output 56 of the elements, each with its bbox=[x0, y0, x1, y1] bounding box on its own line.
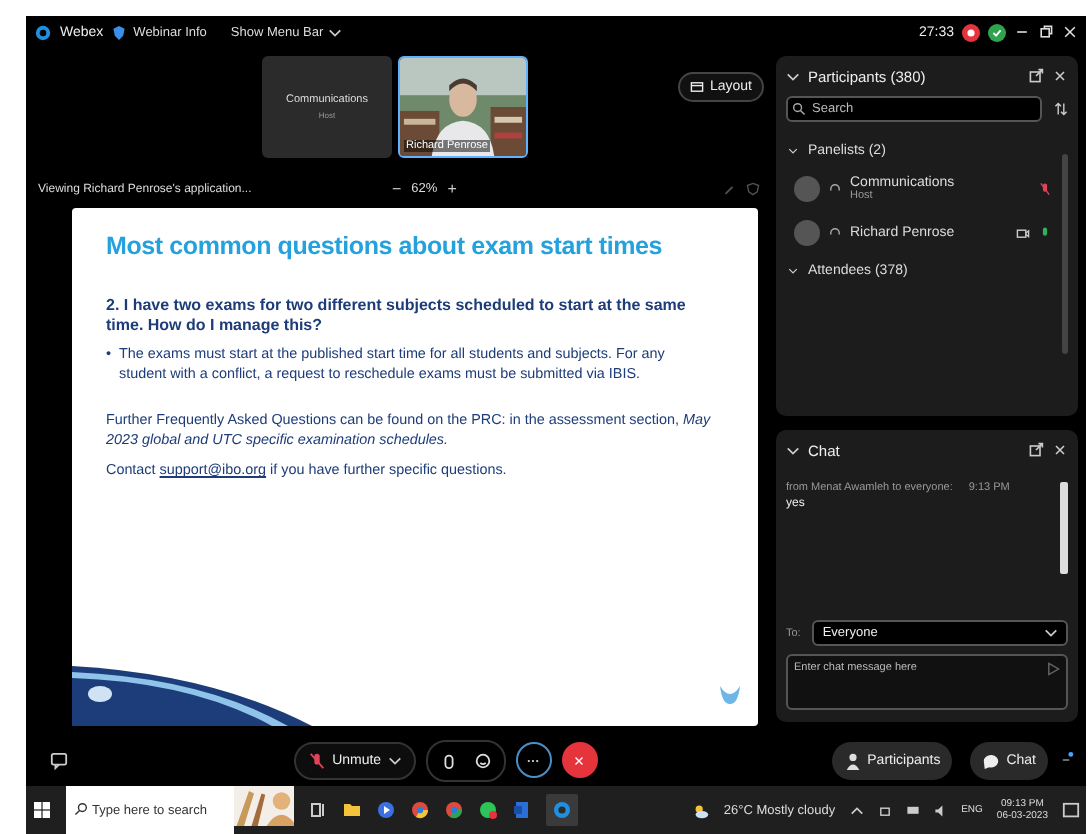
chat-bubble-icon[interactable] bbox=[50, 751, 68, 769]
muted-microphone-icon[interactable] bbox=[1038, 181, 1052, 195]
sort-icon[interactable] bbox=[1054, 102, 1068, 116]
browser-icon[interactable] bbox=[444, 800, 464, 820]
scrollbar[interactable] bbox=[1060, 482, 1068, 574]
webex-logo-icon bbox=[34, 23, 52, 41]
avatar bbox=[794, 175, 820, 201]
windows-start-icon[interactable] bbox=[32, 800, 52, 820]
chevron-down-icon[interactable] bbox=[786, 71, 800, 81]
avatar bbox=[794, 219, 820, 245]
speaker-icon bbox=[933, 803, 948, 817]
chevron-down-icon bbox=[387, 755, 402, 765]
shield-icon bbox=[111, 25, 126, 39]
record-icon bbox=[962, 23, 980, 41]
browser-icon[interactable] bbox=[410, 800, 430, 820]
search-icon bbox=[74, 802, 88, 816]
headset-icon bbox=[828, 181, 842, 195]
shield-icon[interactable] bbox=[746, 182, 760, 196]
pop-out-icon[interactable] bbox=[1028, 68, 1044, 84]
logo-icon bbox=[718, 682, 742, 706]
zoom-in-button[interactable]: + bbox=[447, 180, 457, 198]
send-icon[interactable] bbox=[1046, 662, 1060, 676]
camera-icon bbox=[1016, 225, 1030, 239]
chevron-down-icon[interactable] bbox=[786, 445, 800, 455]
person-icon bbox=[843, 751, 862, 769]
check-icon bbox=[988, 23, 1006, 41]
restore-icon[interactable] bbox=[1038, 24, 1054, 40]
pop-out-icon[interactable] bbox=[1028, 442, 1044, 458]
zoom-out-button[interactable]: − bbox=[392, 180, 402, 198]
layout-icon bbox=[689, 80, 704, 94]
muted-microphone-icon bbox=[308, 751, 327, 769]
webex-logo-icon[interactable] bbox=[546, 794, 578, 826]
more-button[interactable] bbox=[515, 742, 552, 778]
close-icon[interactable] bbox=[1062, 24, 1078, 40]
cloud-icon bbox=[691, 801, 710, 819]
headset-icon bbox=[828, 225, 842, 239]
slide-question: 2. I have two exams for two different subjects scheduled to start at the same time. How do I manage this? bbox=[106, 296, 686, 338]
close-icon[interactable] bbox=[1052, 442, 1068, 458]
close-icon bbox=[572, 753, 587, 767]
chat-bubble-icon bbox=[982, 751, 1001, 769]
document-icon[interactable] bbox=[512, 800, 532, 820]
folder-icon[interactable] bbox=[342, 800, 362, 820]
reaction-icon[interactable] bbox=[473, 751, 492, 769]
chevron-down-icon[interactable] bbox=[786, 265, 800, 275]
search-icon bbox=[792, 102, 806, 116]
leave-button[interactable] bbox=[561, 742, 598, 778]
phone-chat-icon[interactable] bbox=[478, 800, 498, 820]
play-icon[interactable] bbox=[376, 800, 396, 820]
slide-title: Most common questions about exam start times bbox=[106, 232, 665, 260]
close-icon[interactable] bbox=[1052, 68, 1068, 84]
chevron-down-icon bbox=[327, 27, 342, 37]
chevron-down-icon[interactable] bbox=[786, 145, 800, 155]
task-view-icon[interactable] bbox=[308, 800, 328, 820]
chevron-down-icon bbox=[1044, 628, 1058, 638]
annotate-icon[interactable] bbox=[722, 182, 736, 196]
caret-up-icon[interactable] bbox=[849, 803, 864, 817]
